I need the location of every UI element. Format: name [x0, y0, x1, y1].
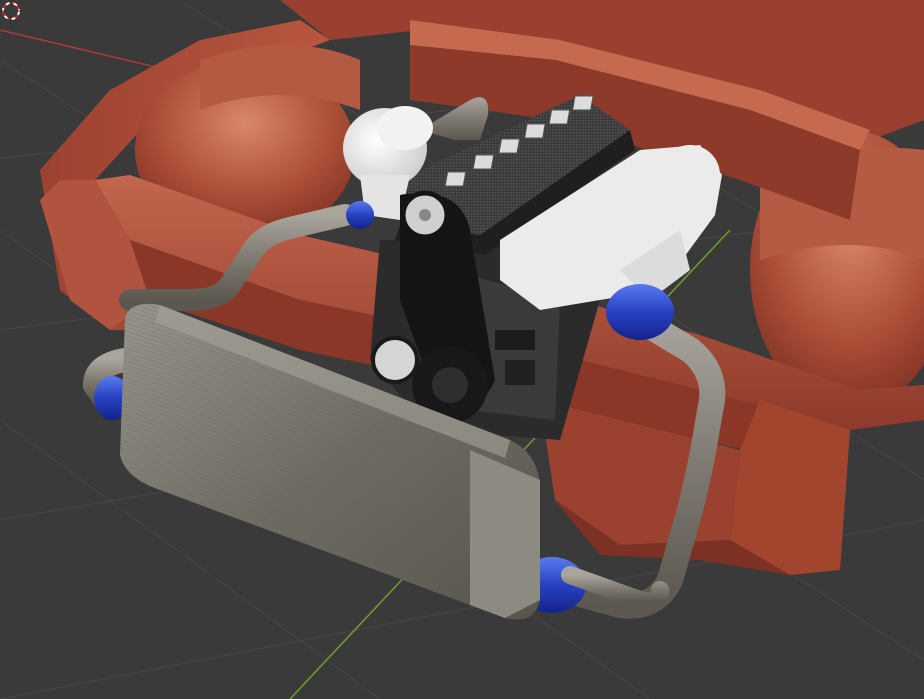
3d-viewport[interactable] [0, 0, 924, 699]
3d-cursor-icon[interactable] [0, 0, 22, 22]
viewport-canvas[interactable] [0, 0, 924, 699]
